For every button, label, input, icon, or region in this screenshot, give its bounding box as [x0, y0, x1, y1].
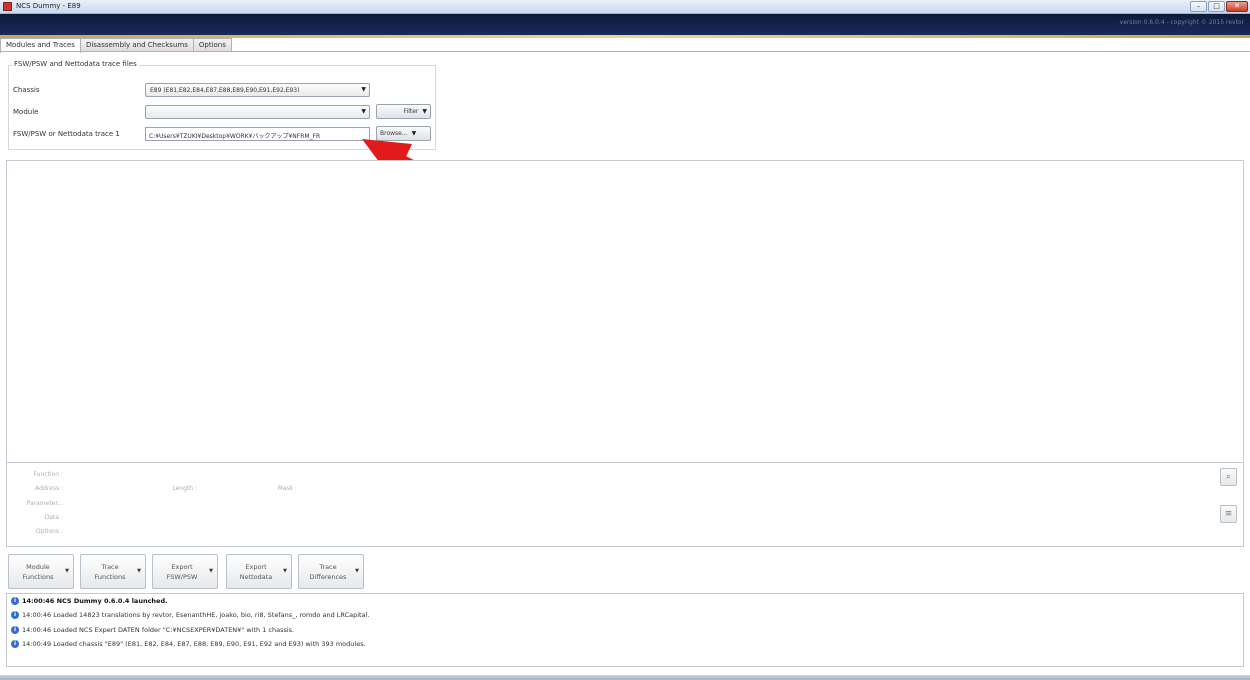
- info-icon: i: [11, 611, 19, 619]
- module-select[interactable]: ▼: [145, 105, 370, 119]
- chassis-select[interactable]: E89 (E81,E82,E84,E87,E88,E89,E90,E91,E92…: [145, 83, 370, 97]
- app-icon: [3, 2, 12, 11]
- length-label: Length :: [172, 485, 197, 492]
- trace-functions-button[interactable]: Trace Functions ▼: [80, 554, 146, 589]
- info-icon: i: [11, 640, 19, 648]
- data-label: Data :: [44, 514, 63, 521]
- chevron-down-icon: ▼: [65, 568, 69, 574]
- window-title: NCS Dummy - E89: [16, 2, 81, 10]
- trace-functions-line1: Trace: [101, 563, 119, 571]
- chassis-value: E89 (E81,E82,E84,E87,E88,E89,E90,E91,E92…: [150, 87, 300, 94]
- modules-tree-panel[interactable]: [6, 160, 1244, 463]
- chevron-down-icon: ▼: [361, 108, 366, 115]
- chevron-down-icon: ▼: [209, 568, 213, 574]
- info-icon: i: [11, 626, 19, 634]
- tab-options[interactable]: Options: [192, 38, 232, 52]
- info-icon: i: [11, 597, 19, 605]
- trace-differences-line1: Trace: [319, 563, 337, 571]
- header-banner: version 0.6.0.4 - copyright © 2015 revto…: [0, 14, 1250, 35]
- module-functions-line2: Functions: [22, 573, 54, 581]
- notes-icon[interactable]: ≡: [1220, 505, 1237, 523]
- trace-file-input[interactable]: C:¥Users¥TZUKI¥Desktop¥WORK¥バックアップ¥NFRM_…: [145, 127, 370, 141]
- log-panel[interactable]: i 14:00:46 NCS Dummy 0.6.0.4 launched. i…: [6, 593, 1244, 667]
- chevron-down-icon: ▼: [355, 568, 359, 574]
- chevron-down-icon: ▼: [422, 108, 427, 115]
- export-fsw-psw-button[interactable]: Export FSW/PSW ▼: [152, 554, 218, 589]
- chevron-down-icon: ▼: [361, 86, 366, 93]
- export-fsw-psw-line2: FSW/PSW: [166, 573, 198, 581]
- taskbar-strip: [0, 675, 1250, 680]
- tab-divider: [0, 51, 1250, 52]
- trace-label: FSW/PSW or Nettodata trace 1: [13, 130, 120, 138]
- maximize-button[interactable]: □: [1208, 1, 1225, 12]
- options-label: Options :: [35, 528, 63, 535]
- title-bar: NCS Dummy - E89 – □ ✕: [0, 0, 1250, 14]
- export-nettodata-line1: Export: [245, 563, 267, 571]
- mask-label: Mask :: [277, 485, 297, 492]
- log-entry: i 14:00:49 Loaded chassis "E89" (E81, E8…: [11, 638, 366, 650]
- address-label: Address :: [35, 485, 63, 492]
- log-entry: i 14:00:46 Loaded 14823 translations by …: [11, 609, 369, 621]
- module-functions-button[interactable]: Module Functions ▼: [8, 554, 74, 589]
- parameters-label: Parameter...: [26, 500, 63, 507]
- log-entry-text: 14:00:46 Loaded NCS Expert DATEN folder …: [22, 626, 295, 634]
- details-panel: Function : Address : Length : Mask : Par…: [6, 463, 1244, 547]
- log-entry: i 14:00:46 NCS Dummy 0.6.0.4 launched.: [11, 595, 168, 607]
- trace-differences-line2: Differences: [309, 573, 347, 581]
- tab-disassembly-and-checksums[interactable]: Disassembly and Checksums: [79, 38, 194, 52]
- filter-button[interactable]: Filter ▼: [376, 104, 431, 119]
- log-entry-text: 14:00:49 Loaded chassis "E89" (E81, E82,…: [22, 640, 366, 648]
- tab-bar: Modules and Traces Disassembly and Check…: [0, 38, 232, 53]
- chevron-down-icon: ▼: [283, 568, 287, 574]
- close-button[interactable]: ✕: [1226, 1, 1248, 12]
- export-fsw-psw-line1: Export: [171, 563, 193, 571]
- window-controls: – □ ✕: [1190, 1, 1248, 12]
- minimize-button[interactable]: –: [1190, 1, 1207, 12]
- module-functions-line1: Module: [26, 563, 50, 571]
- chassis-label: Chassis: [13, 86, 40, 94]
- log-entry: i 14:00:46 Loaded NCS Expert DATEN folde…: [11, 624, 294, 636]
- trace-files-group-title: FSW/PSW and Nettodata trace files: [12, 60, 139, 68]
- module-label: Module: [13, 108, 39, 116]
- export-nettodata-button[interactable]: Export Nettodata ▼: [226, 554, 292, 589]
- function-label: Function :: [33, 471, 63, 478]
- log-entry-text: 14:00:46 NCS Dummy 0.6.0.4 launched.: [22, 597, 168, 605]
- version-text: version 0.6.0.4 - copyright © 2015 revto…: [1119, 19, 1244, 26]
- trace-differences-button[interactable]: Trace Differences ▼: [298, 554, 364, 589]
- export-nettodata-line2: Nettodata: [239, 573, 273, 581]
- trace-functions-line2: Functions: [94, 573, 126, 581]
- search-icon[interactable]: ⌕: [1220, 468, 1237, 486]
- log-entry-text: 14:00:46 Loaded 14823 translations by re…: [22, 611, 370, 619]
- chevron-down-icon: ▼: [137, 568, 141, 574]
- filter-label: Filter: [403, 108, 419, 115]
